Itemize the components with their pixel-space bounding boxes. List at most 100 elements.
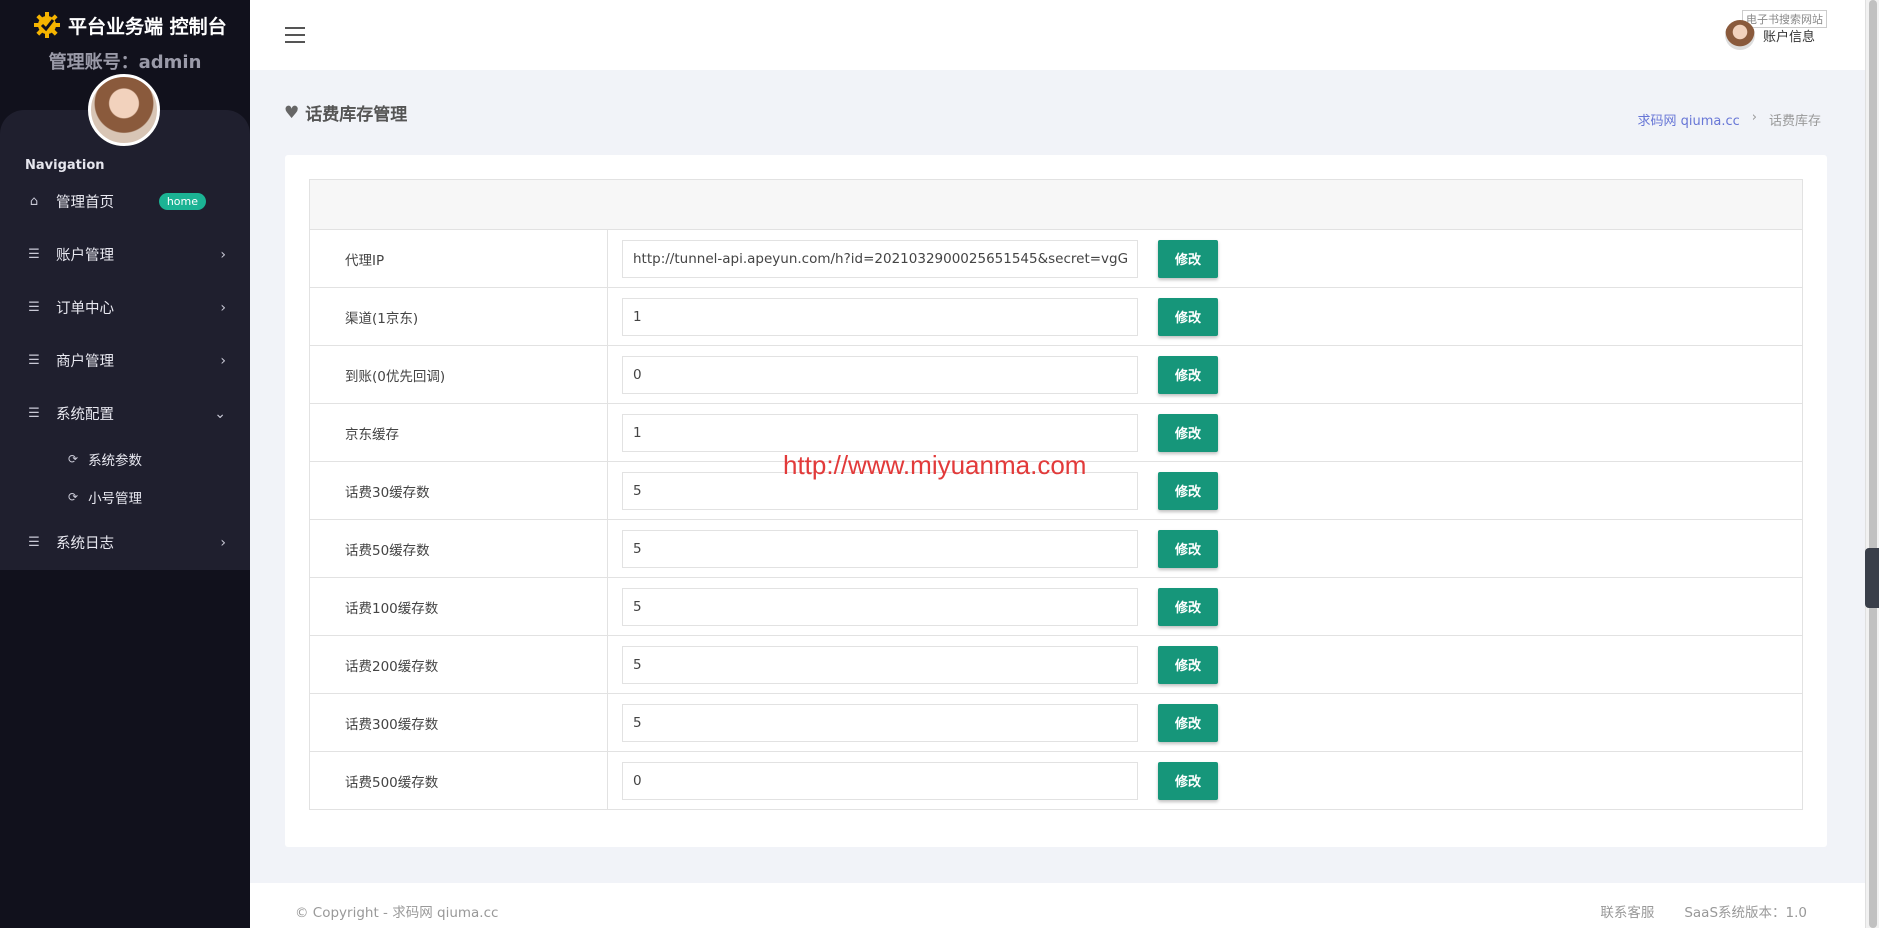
page-title: ♥ 话费库存管理 [284,100,407,126]
account-label: 账户信息 [1762,29,1815,45]
chevron-right-icon: › [220,534,226,551]
scrollbar-thumb[interactable] [1869,0,1877,928]
sidebar-item-system-logs[interactable]: ☰ 系统日志 › [0,516,250,569]
config-field-group: 修改 [622,239,1802,278]
account-avatar [1724,20,1755,50]
home-icon: ⌂ [29,194,39,209]
breadcrumb-separator: › [1751,110,1757,125]
brand-title[interactable]: 平台业务端 控制台 [32,10,227,40]
config-label: 京东缓存 [309,403,608,462]
table-row: 话费500缓存数 修改 [309,751,1803,810]
home-badge: home [158,193,206,210]
sidebar-subitem-label: 小号管理 [88,491,143,507]
breadcrumb-current: 话费库存 [1768,114,1821,129]
config-label: 渠道(1京东) [309,287,608,346]
config-field-cell: 修改 [607,751,1803,810]
gear-check-logo-icon [34,12,60,38]
menu-toggle-icon[interactable] [285,27,305,43]
config-value-input[interactable] [622,587,1138,626]
config-value-input[interactable] [622,355,1138,394]
sidebar-nav: ⌂ 管理首页 home ☰ 账户管理 › ☰ 订单中心 › ☰ 商户管理 › ☰… [0,175,250,569]
config-label: 话费500缓存数 [309,751,608,810]
sidebar-item-home[interactable]: ⌂ 管理首页 home [0,175,250,228]
config-field-cell: 修改 [607,345,1803,404]
chevron-right-icon: › [220,352,226,369]
sidebar-item-label: 系统日志 [56,536,114,552]
config-value-input[interactable] [622,703,1138,742]
config-field-cell: 修改 [607,693,1803,752]
sidebar-item-label: 管理首页 [56,195,114,211]
config-field-cell: 修改 [607,577,1803,636]
sidebar-subitem-label: 系统参数 [88,453,143,469]
table-row: 话费50缓存数 修改 [309,519,1803,578]
modify-button[interactable]: 修改 [1158,703,1218,742]
contact-support-link[interactable]: 联系客服 [1600,901,1654,921]
config-value-input[interactable] [622,645,1138,684]
modify-button[interactable]: 修改 [1158,761,1218,800]
config-value-input[interactable] [622,239,1138,278]
sidebar-item-label: 订单中心 [56,301,114,317]
breadcrumb: 求码网 qiuma.cc › 话费库存 [1637,110,1821,129]
list-icon: ☰ [28,300,40,315]
sidebar-item-label: 系统配置 [56,407,114,423]
modify-button[interactable]: 修改 [1158,529,1218,568]
table-row: 到账(0优先回调) 修改 [309,345,1803,404]
config-field-group: 修改 [622,703,1802,742]
config-value-input[interactable] [622,529,1138,568]
config-field-cell: 修改 [607,635,1803,694]
footer-links: 联系客服 SaaS系统版本：1.0 [1600,901,1807,921]
config-field-group: 修改 [622,355,1802,394]
modify-button[interactable]: 修改 [1158,413,1218,452]
config-field-group: 修改 [622,297,1802,336]
sidebar-item-label: 商户管理 [56,354,114,370]
modify-button[interactable]: 修改 [1158,471,1218,510]
config-field-cell: 修改 [607,519,1803,578]
sidebar: 平台业务端 控制台 管理账号：admin Navigation ⌂ 管理首页 h… [0,0,250,928]
table-row: 话费300缓存数 修改 [309,693,1803,752]
sidebar-item-system-config[interactable]: ☰ 系统配置 ⌄ [0,387,250,440]
sidebar-item-accounts[interactable]: ☰ 账户管理 › [0,228,250,281]
account-menu[interactable]: 账户信息 [1724,20,1815,50]
config-field-group: 修改 [622,587,1802,626]
list-icon: ☰ [28,535,40,550]
sidebar-subitem-sub-accounts[interactable]: ⟳ 小号管理 [0,478,250,516]
config-label: 代理IP [309,229,608,288]
sync-icon: ⟳ [68,452,79,466]
config-field-group: 修改 [622,645,1802,684]
config-value-input[interactable] [622,761,1138,800]
config-label: 话费300缓存数 [309,693,608,752]
modify-button[interactable]: 修改 [1158,297,1218,336]
config-value-input[interactable] [622,413,1138,452]
breadcrumb-home-link[interactable]: 求码网 qiuma.cc [1637,110,1739,129]
footer: © Copyright - 求码网 qiuma.cc 联系客服 SaaS系统版本… [250,883,1865,928]
table-row: 渠道(1京东) 修改 [309,287,1803,346]
chevron-right-icon: › [220,246,226,263]
list-icon: ☰ [28,247,40,262]
nav-heading: Navigation [25,158,105,173]
sidebar-subitem-system-params[interactable]: ⟳ 系统参数 [0,440,250,478]
table-row: 代理IP 修改 [309,229,1803,288]
modify-button[interactable]: 修改 [1158,645,1218,684]
config-field-group: 修改 [622,761,1802,800]
sidebar-item-orders[interactable]: ☰ 订单中心 › [0,281,250,334]
avatar[interactable] [88,74,160,146]
config-field-cell: 修改 [607,287,1803,346]
modify-button[interactable]: 修改 [1158,355,1218,394]
heart-icon: ♥ [284,102,300,123]
chevron-down-icon: ⌄ [214,405,226,422]
config-label: 话费50缓存数 [309,519,608,578]
modify-button[interactable]: 修改 [1158,587,1218,626]
table-row: 话费100缓存数 修改 [309,577,1803,636]
modify-button[interactable]: 修改 [1158,239,1218,278]
table-header-row [309,179,1803,230]
chevron-right-icon: › [220,299,226,316]
config-label: 话费30缓存数 [309,461,608,520]
sidebar-item-merchants[interactable]: ☰ 商户管理 › [0,334,250,387]
config-value-input[interactable] [622,297,1138,336]
page-scrollbar[interactable] [1865,0,1879,928]
watermark-url: http://www.miyuanma.com [783,450,1087,480]
config-field-group: 修改 [622,413,1802,452]
config-label: 话费100缓存数 [309,577,608,636]
list-icon: ☰ [28,406,40,421]
side-widget-handle[interactable] [1865,548,1879,608]
